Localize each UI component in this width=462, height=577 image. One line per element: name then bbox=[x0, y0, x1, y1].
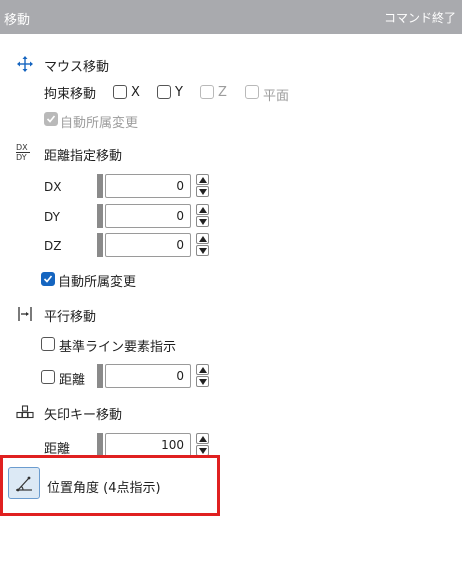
dz-input[interactable]: 0 bbox=[105, 233, 191, 257]
parallel-distance-checkbox[interactable] bbox=[41, 370, 55, 384]
dz-handle bbox=[97, 233, 103, 257]
dx-icon-text: DX bbox=[16, 143, 30, 153]
arrow-up-icon bbox=[199, 236, 207, 242]
arrow-distance-increment-button[interactable] bbox=[196, 433, 209, 444]
title-bar: 移動 コマンド終了 bbox=[0, 0, 462, 34]
distance-move-label: 距離指定移動 bbox=[44, 149, 123, 164]
parallel-move-label: 平行移動 bbox=[44, 310, 97, 325]
dy-decrement-button[interactable] bbox=[196, 216, 209, 227]
constrain-y-checkbox[interactable] bbox=[157, 85, 171, 99]
dy-spinner: 0 bbox=[97, 204, 193, 228]
dy-handle bbox=[97, 204, 103, 228]
constrain-y-label: Y bbox=[175, 85, 183, 100]
constrain-x-checkbox[interactable] bbox=[113, 85, 127, 99]
mouse-move-label: マウス移動 bbox=[44, 60, 110, 75]
arrow-up-icon bbox=[199, 436, 207, 442]
checkmark-icon bbox=[46, 115, 56, 123]
constrain-x-label: X bbox=[131, 85, 140, 100]
dx-decrement-button[interactable] bbox=[196, 186, 209, 197]
arrow-down-icon bbox=[199, 448, 207, 454]
distance-auto-change-checkbox[interactable] bbox=[41, 272, 55, 286]
mouse-auto-change-label: 自動所属変更 bbox=[60, 116, 139, 131]
dy-icon-text: DY bbox=[16, 153, 27, 162]
mouse-auto-change-checkbox[interactable] bbox=[44, 112, 58, 126]
constrain-plane-checkbox[interactable] bbox=[245, 85, 259, 99]
dz-spinner: 0 bbox=[97, 233, 193, 257]
position-angle-icon bbox=[16, 476, 32, 492]
arrow-key-move-label: 矢印キー移動 bbox=[44, 408, 123, 423]
dx-label: DX bbox=[44, 180, 62, 194]
end-command-button[interactable]: コマンド終了 bbox=[384, 9, 456, 26]
constrain-z-label: Z bbox=[218, 85, 227, 100]
checkmark-icon bbox=[43, 275, 53, 283]
arrow-up-icon bbox=[199, 207, 207, 213]
dz-increment-button[interactable] bbox=[196, 233, 209, 244]
arrow-down-icon bbox=[199, 248, 207, 254]
dy-increment-button[interactable] bbox=[196, 204, 209, 215]
arrow-up-icon bbox=[199, 367, 207, 373]
position-angle-button[interactable] bbox=[8, 467, 40, 499]
arrow-keys-icon bbox=[16, 403, 34, 425]
constraint-move-label: 拘束移動 bbox=[44, 87, 97, 102]
dy-input[interactable]: 0 bbox=[105, 204, 191, 228]
arrow-down-icon bbox=[199, 219, 207, 225]
parallel-move-icon bbox=[16, 305, 34, 327]
parallel-distance-handle bbox=[97, 364, 103, 388]
dx-input[interactable]: 0 bbox=[105, 174, 191, 198]
dz-decrement-button[interactable] bbox=[196, 245, 209, 256]
arrow-distance-handle bbox=[97, 433, 103, 457]
dx-increment-button[interactable] bbox=[196, 174, 209, 185]
constrain-z-checkbox[interactable] bbox=[200, 85, 214, 99]
parallel-distance-label: 距離 bbox=[59, 373, 86, 388]
dx-handle bbox=[97, 174, 103, 198]
arrow-up-icon bbox=[199, 177, 207, 183]
base-line-checkbox[interactable] bbox=[41, 337, 55, 351]
arrow-down-icon bbox=[199, 379, 207, 385]
distance-auto-change-label: 自動所属変更 bbox=[58, 275, 137, 290]
arrow-down-icon bbox=[199, 189, 207, 195]
arrow-distance-input[interactable]: 100 bbox=[105, 433, 191, 457]
move-arrows-icon bbox=[16, 55, 34, 77]
dx-dy-icon: DX DY bbox=[16, 143, 36, 163]
panel-title: 移動 bbox=[4, 13, 31, 28]
parallel-distance-increment-button[interactable] bbox=[196, 364, 209, 375]
position-angle-label: 位置角度 (4点指示) bbox=[47, 481, 161, 496]
constrain-plane-label: 平面 bbox=[263, 89, 290, 104]
arrow-distance-spinner: 100 bbox=[97, 433, 193, 457]
dy-label: DY bbox=[44, 210, 60, 224]
parallel-distance-decrement-button[interactable] bbox=[196, 376, 209, 387]
dx-spinner: 0 bbox=[97, 174, 193, 198]
parallel-distance-spinner: 0 bbox=[97, 364, 193, 388]
dz-label: DZ bbox=[44, 239, 62, 253]
parallel-distance-input[interactable]: 0 bbox=[105, 364, 191, 388]
base-line-label: 基準ライン要素指示 bbox=[59, 340, 177, 355]
